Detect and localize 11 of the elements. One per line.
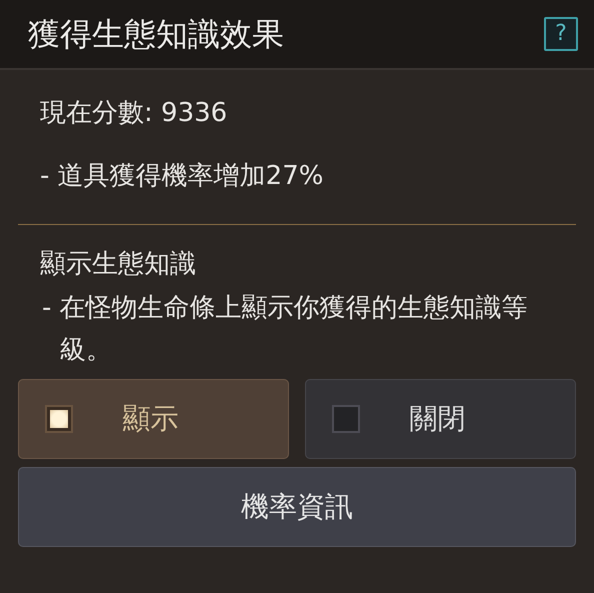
help-button[interactable]: ? [544, 17, 578, 51]
option-button[interactable]: 關閉 [305, 379, 576, 460]
checkbox-icon [45, 405, 73, 434]
window-title: 獲得生態知識效果 [28, 14, 284, 55]
effect-text: - 道具獲得機率增加27% [39, 160, 324, 193]
option-button[interactable]: 顯示 [18, 379, 289, 460]
score-text: 現在分數: 9336 [39, 97, 228, 130]
description-text: - 在怪物生命條上顯示你獲得的生態知識等級。 [41, 292, 529, 367]
checkbox-icon [332, 405, 360, 434]
info-button[interactable]: 機率資訊 [18, 467, 576, 548]
section-title: 顯示生態知識 [39, 248, 197, 281]
